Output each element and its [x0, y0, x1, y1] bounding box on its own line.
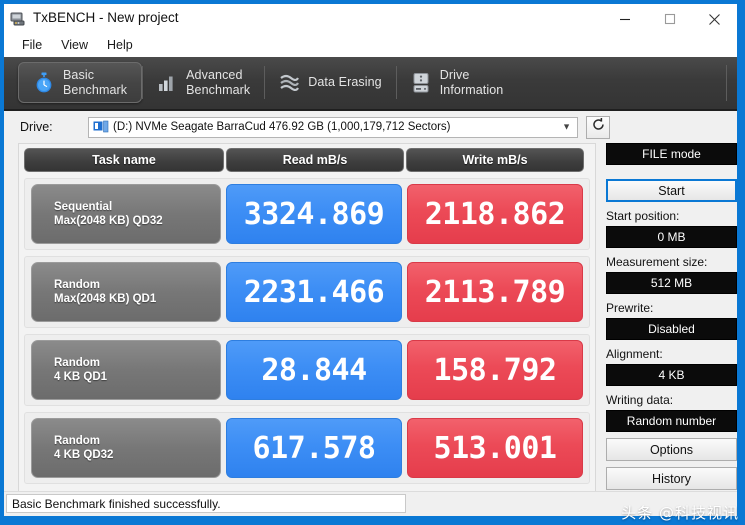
- application-icon: [10, 11, 26, 26]
- options-button[interactable]: Options: [606, 438, 737, 461]
- read-value-cell: 28.844: [226, 340, 402, 400]
- task-name-cell: Random 4 KB QD32: [31, 418, 221, 478]
- bar-chart-icon: [156, 71, 178, 95]
- column-header-read: Read mB/s: [226, 148, 404, 172]
- refresh-drives-button[interactable]: [586, 115, 610, 139]
- tab-label-drive-information: Drive Information: [439, 68, 504, 97]
- start-button[interactable]: Start: [606, 179, 737, 202]
- menu-item-help[interactable]: Help: [99, 36, 141, 55]
- write-value-cell: 513.001: [407, 418, 583, 478]
- history-button[interactable]: History: [606, 467, 737, 490]
- task-name-cell: Sequential Max(2048 KB) QD32: [31, 184, 221, 244]
- measurement-size-label: Measurement size:: [606, 255, 708, 269]
- task-name-line2: Max(2048 KB) QD1: [54, 293, 157, 305]
- task-name-line2: 4 KB QD32: [54, 449, 114, 461]
- task-name-line2: 4 KB QD1: [54, 371, 108, 383]
- measurement-size-value[interactable]: 512 MB: [606, 272, 737, 294]
- tab-advanced-benchmark[interactable]: Advanced Benchmark: [142, 62, 264, 103]
- read-value-cell: 3324.869: [226, 184, 402, 244]
- drive-selection-row: Drive: (D:) NVMe Seagate BarraCud 476.92…: [4, 111, 737, 143]
- tab-bar-divider: [726, 65, 727, 101]
- column-header-task-name: Task name: [24, 148, 224, 172]
- title-bar-left: TxBENCH - New project: [10, 10, 179, 26]
- start-position-label: Start position:: [606, 209, 680, 223]
- menu-item-view[interactable]: View: [53, 36, 96, 55]
- alignment-value[interactable]: 4 KB: [606, 364, 737, 386]
- window-controls: [602, 4, 737, 34]
- benchmark-table-header: Task name Read mB/s Write mB/s: [24, 148, 590, 172]
- drive-label: Drive:: [20, 120, 53, 134]
- task-name-line1: Random: [54, 434, 100, 447]
- tab-label-basic-benchmark: Basic Benchmark: [63, 68, 128, 97]
- table-row: Sequential Max(2048 KB) QD32 3324.869 21…: [24, 178, 590, 250]
- write-value-cell: 2113.789: [407, 262, 583, 322]
- status-bar: Basic Benchmark finished successfully.: [4, 491, 737, 516]
- control-panel: FILE mode Start Start position: 0 MB Mea…: [596, 143, 737, 501]
- task-name-line2: Max(2048 KB) QD32: [54, 215, 163, 227]
- table-row: Random 4 KB QD32 617.578 513.001: [24, 412, 590, 484]
- tab-label-advanced-benchmark: Advanced Benchmark: [186, 68, 251, 97]
- tab-data-erasing[interactable]: Data Erasing: [264, 62, 395, 103]
- prewrite-value[interactable]: Disabled: [606, 318, 737, 340]
- status-message: Basic Benchmark finished successfully.: [6, 494, 406, 513]
- column-header-write: Write mB/s: [406, 148, 584, 172]
- task-name-line1: Random: [54, 278, 100, 291]
- stopwatch-icon: [33, 71, 55, 95]
- window-title: TxBENCH - New project: [33, 10, 179, 25]
- tab-basic-benchmark[interactable]: Basic Benchmark: [18, 62, 143, 103]
- window-client-area: TxBENCH - New project File View Help Bas…: [4, 4, 737, 516]
- drive-icon: [93, 120, 109, 134]
- drive-info-icon: [410, 71, 432, 95]
- chevron-down-icon: ▼: [562, 121, 571, 132]
- tab-drive-information[interactable]: Drive Information: [395, 62, 518, 103]
- task-name-cell: Random Max(2048 KB) QD1: [31, 262, 221, 322]
- menu-bar: File View Help: [4, 34, 737, 57]
- start-position-value[interactable]: 0 MB: [606, 226, 737, 248]
- drive-select-value: (D:) NVMe Seagate BarraCud 476.92 GB (1,…: [113, 121, 451, 133]
- alignment-label: Alignment:: [606, 347, 663, 361]
- read-value-cell: 2231.466: [226, 262, 402, 322]
- task-name-cell: Random 4 KB QD1: [31, 340, 221, 400]
- read-value-cell: 617.578: [226, 418, 402, 478]
- writing-data-label: Writing data:: [606, 393, 674, 407]
- title-bar: TxBENCH - New project: [4, 4, 737, 34]
- tab-label-data-erasing: Data Erasing: [308, 75, 382, 90]
- menu-item-file[interactable]: File: [14, 36, 50, 55]
- maximize-icon[interactable]: [647, 4, 692, 34]
- writing-data-value[interactable]: Random number: [606, 410, 737, 432]
- write-value-cell: 158.792: [407, 340, 583, 400]
- drive-select[interactable]: (D:) NVMe Seagate BarraCud 476.92 GB (1,…: [88, 116, 578, 138]
- prewrite-label: Prewrite:: [606, 301, 654, 315]
- tab-bar: Basic Benchmark Advanced Benchmark Data …: [4, 57, 737, 111]
- task-name-line1: Sequential: [54, 200, 113, 213]
- close-icon[interactable]: [692, 4, 737, 34]
- eraser-icon: [278, 71, 300, 95]
- benchmark-results-panel: Task name Read mB/s Write mB/s Sequentia…: [18, 143, 596, 501]
- write-value-cell: 2118.862: [407, 184, 583, 244]
- file-mode-button[interactable]: FILE mode: [606, 143, 737, 165]
- application-window: TxBENCH - New project File View Help Bas…: [0, 0, 745, 525]
- minimize-icon[interactable]: [602, 4, 647, 34]
- main-content: Task name Read mB/s Write mB/s Sequentia…: [4, 143, 737, 501]
- table-row: Random Max(2048 KB) QD1 2231.466 2113.78…: [24, 256, 590, 328]
- refresh-icon: [591, 117, 606, 137]
- task-name-line1: Random: [54, 356, 100, 369]
- table-row: Random 4 KB QD1 28.844 158.792: [24, 334, 590, 406]
